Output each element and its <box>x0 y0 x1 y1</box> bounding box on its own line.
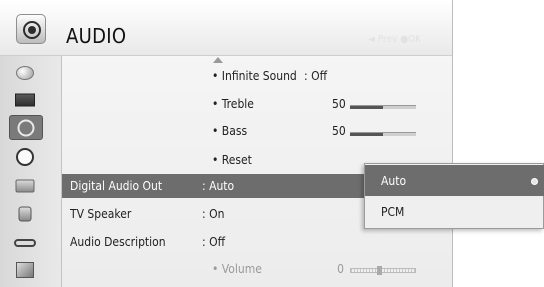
audio-description-row[interactable]: Audio Description : Off <box>62 230 452 254</box>
audio-speaker-icon <box>17 119 35 136</box>
digital-audio-out-dropdown: Auto PCM <box>364 163 544 229</box>
sidebar-item-picture[interactable] <box>10 62 40 83</box>
reset-label: • Reset <box>212 153 252 167</box>
bass-level-bar[interactable] <box>350 132 416 136</box>
volume-slider-knob <box>377 266 382 275</box>
input-cable-icon <box>14 238 36 247</box>
option-auto-label: Auto <box>381 174 407 188</box>
sidebar-item-audio[interactable] <box>9 115 43 140</box>
digital-audio-out-label: Digital Audio Out <box>70 179 163 193</box>
treble-label: • Treble <box>212 97 254 111</box>
audio-description-label: Audio Description <box>70 235 166 249</box>
treble-row[interactable]: • Treble 50 <box>62 92 452 116</box>
tv-speaker-label: TV Speaker <box>70 207 132 221</box>
treble-value: 50 <box>332 97 346 111</box>
support-icon <box>16 261 34 278</box>
bass-label: • Bass <box>212 124 248 138</box>
volume-row: • Volume 0 <box>62 257 452 281</box>
tv-screen-icon <box>15 93 35 106</box>
category-sidebar <box>0 56 62 287</box>
briefcase-icon <box>15 179 35 192</box>
lock-icon <box>18 206 32 221</box>
sidebar-item-time[interactable] <box>10 146 40 167</box>
treble-level-fill <box>350 106 383 109</box>
picture-icon <box>16 65 34 80</box>
sidebar-item-option[interactable] <box>10 175 40 196</box>
option-pcm-label: PCM <box>381 205 405 219</box>
navigation-hint: ◄ Prev ●OK <box>368 34 422 45</box>
selected-radio-icon <box>531 178 538 185</box>
infinite-sound-value: : Off <box>304 69 327 83</box>
digital-audio-out-value: : Auto <box>202 179 235 193</box>
sidebar-item-input[interactable] <box>10 232 40 253</box>
audio-description-value: : Off <box>202 235 225 249</box>
volume-value: 0 <box>337 262 344 276</box>
treble-level-bar[interactable] <box>350 105 416 109</box>
option-pcm[interactable]: PCM <box>365 196 544 227</box>
tv-speaker-value: : On <box>202 207 225 221</box>
sidebar-item-lock[interactable] <box>10 203 40 224</box>
sidebar-item-support[interactable] <box>10 259 40 280</box>
bass-row[interactable]: • Bass 50 <box>62 119 452 143</box>
volume-label: • Volume <box>212 262 262 276</box>
infinite-sound-row[interactable]: • Infinite Sound : Off <box>62 64 452 88</box>
audio-speaker-icon <box>16 14 46 44</box>
bass-level-fill <box>350 133 383 136</box>
menu-header: AUDIO ◄ Prev ●OK <box>0 0 452 56</box>
sidebar-item-screen[interactable] <box>10 89 40 110</box>
bass-value: 50 <box>332 124 346 138</box>
option-auto[interactable]: Auto <box>365 165 544 196</box>
page-title: AUDIO <box>66 24 127 48</box>
infinite-sound-label: • Infinite Sound <box>212 69 297 83</box>
audio-menu-panel: AUDIO ◄ Prev ●OK • Infinite Sound: Off … <box>0 0 453 287</box>
volume-slider <box>350 266 416 275</box>
clock-icon <box>16 147 34 166</box>
